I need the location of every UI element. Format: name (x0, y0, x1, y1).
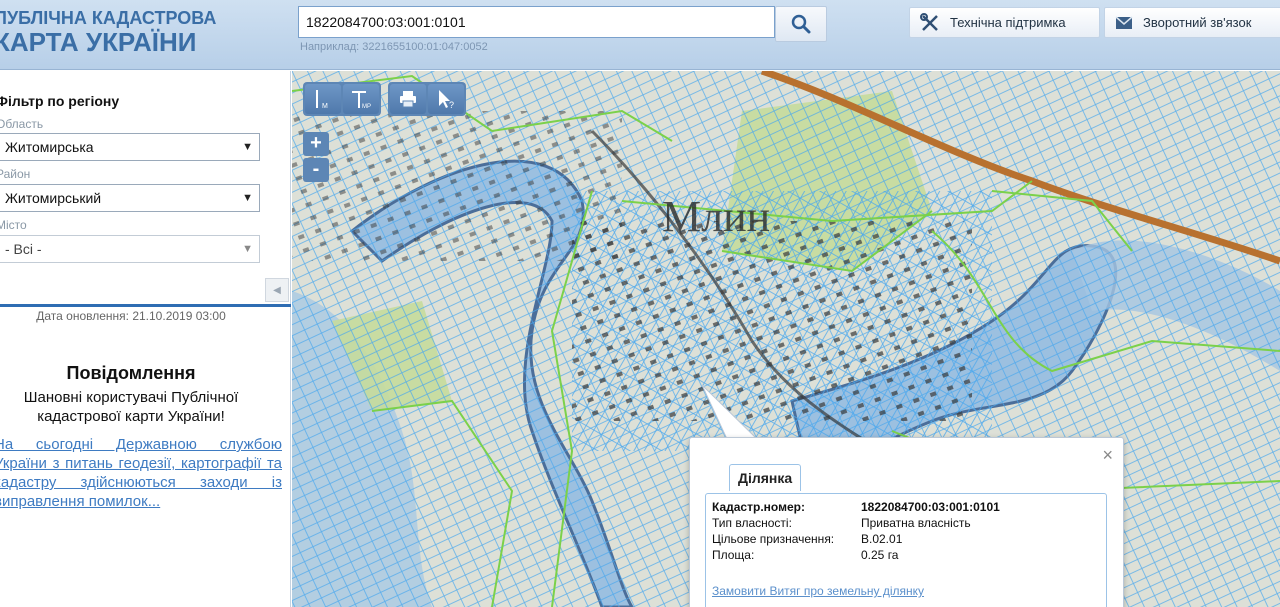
info-key: Кадастр.номер: (712, 500, 805, 514)
feedback-label: Зворотний зв'язок (1143, 15, 1252, 30)
parcel-info-panel: Кадастр.номер: 1822084700:03:001:0101 Ти… (705, 493, 1107, 607)
info-value: В.02.01 (861, 532, 903, 546)
support-label: Технічна підтримка (950, 15, 1066, 30)
info-value: 0.25 га (861, 548, 899, 562)
info-value: Приватна власність (861, 516, 971, 530)
popup-pointer (701, 384, 757, 440)
logo-line1: ПУБЛІЧНА КАДАСТРОВА (0, 8, 217, 28)
logo[interactable]: ПУБЛІЧНА КАДАСТРОВА КАРТА УКРАЇНИ (0, 8, 216, 56)
filter-title: Фільтр по регіону (0, 93, 120, 109)
map-view[interactable]: Млин M MP ? + - × Ділянка Кадастр.номер:… (292, 71, 1280, 607)
oblast-select[interactable]: Житомирська ▼ (0, 133, 260, 161)
search-input[interactable]: 1822084700:03:001:0101 (298, 6, 775, 38)
oblast-label: Область (0, 117, 44, 131)
update-date: Дата оновлення: 21.10.2019 03:00 (36, 309, 226, 323)
svg-text:MP: MP (362, 104, 371, 110)
notice-title: Повідомлення (66, 363, 196, 383)
rayon-label: Район (0, 167, 31, 181)
dropdown-arrow-icon: ▼ (242, 192, 253, 204)
info-key: Цільове призначення: (712, 532, 835, 546)
rayon-select[interactable]: Житомирський ▼ (0, 184, 260, 212)
logo-line2: КАРТА УКРАЇНИ (0, 27, 197, 57)
info-cursor-icon[interactable]: ? (428, 84, 464, 114)
tab-parcel[interactable]: Ділянка (729, 464, 802, 491)
support-button[interactable]: Технічна підтримка (909, 7, 1100, 38)
oblast-value: Житомирська (5, 139, 94, 155)
ruler-icon[interactable]: M (305, 84, 341, 114)
info-key: Тип власності: (712, 516, 792, 530)
print-icon[interactable] (390, 84, 426, 114)
zoom-in-button[interactable]: + (303, 132, 329, 156)
zoom-out-button[interactable]: - (303, 158, 329, 182)
dropdown-arrow-icon: ▼ (242, 243, 253, 255)
map-place-label: Млин (662, 192, 770, 241)
info-value: 1822084700:03:001:0101 (861, 500, 1000, 514)
close-icon[interactable]: × (1102, 445, 1113, 466)
notice-body: Шановні користувачі Публічної кадастрово… (23, 389, 239, 425)
misto-value: - Всі - (5, 241, 42, 257)
extra-tools: ? (388, 82, 466, 116)
dropdown-arrow-icon: ▼ (242, 141, 253, 153)
sidebar: Фільтр по регіону Область Житомирська ▼ … (0, 71, 291, 607)
order-extract-link[interactable]: Замовити Витяг про земельну ділянку (712, 584, 924, 598)
envelope-icon (1115, 15, 1133, 29)
search-icon (791, 14, 811, 34)
collapse-sidebar-button[interactable]: ◀ (265, 278, 289, 302)
info-key: Площа: (712, 548, 755, 562)
svg-text:M: M (322, 103, 328, 110)
misto-label: Місто (0, 218, 27, 232)
sidebar-divider (0, 304, 291, 307)
area-icon[interactable]: MP (343, 84, 379, 114)
search-hint: Наприклад: 3221655100:01:047:0052 (300, 41, 488, 53)
misto-select[interactable]: - Всі - ▼ (0, 235, 260, 263)
svg-text:?: ? (449, 100, 454, 110)
search-button[interactable] (775, 6, 827, 42)
rayon-value: Житомирський (5, 190, 102, 206)
header: ПУБЛІЧНА КАДАСТРОВА КАРТА УКРАЇНИ 182208… (0, 0, 1280, 70)
notice-link[interactable]: На сьогодні Державною службою України з … (0, 435, 282, 511)
measure-tools: M MP (303, 82, 381, 116)
tools-icon (920, 12, 938, 31)
parcel-popup: × Ділянка Кадастр.номер: 1822084700:03:0… (689, 437, 1124, 607)
feedback-button[interactable]: Зворотний зв'язок (1104, 7, 1280, 38)
